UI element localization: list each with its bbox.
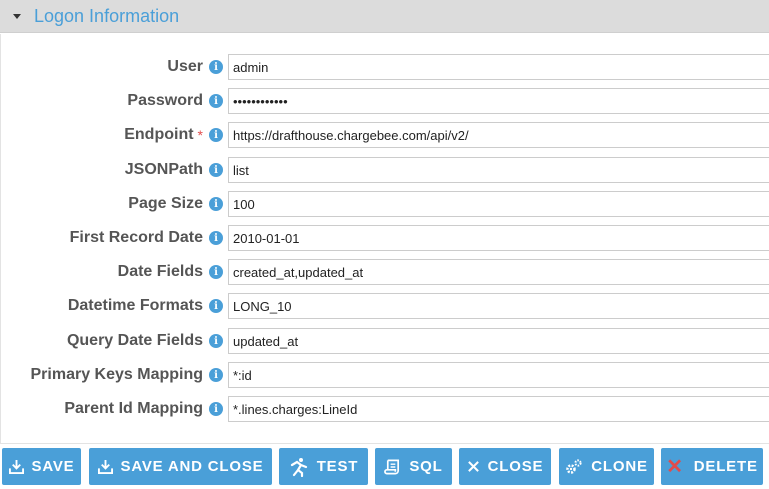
gears-icon bbox=[566, 458, 582, 474]
row-user: User i bbox=[1, 54, 769, 80]
delete-icon: ✕ bbox=[666, 455, 684, 478]
required-marker: * bbox=[197, 127, 203, 143]
download-icon bbox=[97, 459, 113, 474]
scroll-icon bbox=[384, 459, 400, 474]
first-record-date-input[interactable] bbox=[228, 225, 769, 251]
info-icon[interactable]: i bbox=[209, 231, 223, 245]
endpoint-label: Endpoint bbox=[124, 126, 194, 143]
query-date-fields-label: Query Date Fields bbox=[66, 332, 203, 349]
sql-label: SQL bbox=[409, 458, 443, 475]
download-icon bbox=[8, 459, 24, 474]
test-button[interactable]: TEST bbox=[279, 448, 368, 485]
logon-form: Useri Passwordi Endpoint*i JSONPathi Pag… bbox=[0, 34, 769, 444]
sql-button[interactable]: SQL bbox=[375, 448, 452, 485]
user-label: User bbox=[167, 58, 203, 75]
info-icon[interactable]: i bbox=[209, 94, 223, 108]
row-date-fields: Date Fields i bbox=[1, 259, 769, 285]
save-label: SAVE bbox=[31, 458, 75, 475]
row-parent-id-mapping: Parent Id Mapping i bbox=[1, 396, 769, 422]
row-page-size: Page Size i bbox=[1, 191, 769, 217]
endpoint-input[interactable] bbox=[228, 122, 769, 148]
clone-label: CLONE bbox=[591, 458, 648, 475]
datetime-formats-input[interactable] bbox=[228, 293, 769, 319]
collapse-caret-icon[interactable] bbox=[0, 0, 34, 33]
jsonpath-label: JSONPath bbox=[124, 161, 203, 178]
datetime-formats-label: Datetime Formats bbox=[67, 297, 203, 314]
save-button[interactable]: SAVE bbox=[2, 448, 81, 485]
info-icon[interactable]: i bbox=[209, 128, 223, 142]
password-label: Password bbox=[127, 92, 203, 109]
first-record-date-label: First Record Date bbox=[69, 229, 203, 246]
running-person-icon bbox=[290, 457, 307, 477]
section-title: Logon Information bbox=[34, 5, 180, 26]
info-icon[interactable]: i bbox=[209, 163, 223, 177]
primary-keys-mapping-label: Primary Keys Mapping bbox=[30, 366, 204, 383]
save-and-close-label: SAVE AND CLOSE bbox=[120, 458, 264, 475]
password-input[interactable] bbox=[228, 88, 769, 114]
info-icon[interactable]: i bbox=[209, 197, 223, 211]
info-icon[interactable]: i bbox=[209, 334, 223, 348]
primary-keys-mapping-input[interactable] bbox=[228, 362, 769, 388]
close-label: CLOSE bbox=[487, 458, 544, 475]
row-jsonpath: JSONPath i bbox=[1, 157, 769, 183]
save-and-close-button[interactable]: SAVE AND CLOSE bbox=[89, 448, 272, 485]
action-toolbar: SAVE SAVE AND CLOSE TEST SQL CLOSE CLONE… bbox=[0, 448, 769, 485]
page-size-input[interactable] bbox=[228, 191, 769, 217]
parent-id-mapping-input[interactable] bbox=[228, 396, 769, 422]
page-size-label: Page Size bbox=[128, 195, 203, 212]
test-label: TEST bbox=[316, 458, 359, 475]
jsonpath-input[interactable] bbox=[228, 157, 769, 183]
delete-button[interactable]: ✕ DELETE bbox=[661, 448, 763, 485]
parent-id-mapping-label: Parent Id Mapping bbox=[64, 400, 203, 417]
row-query-date-fields: Query Date Fields i bbox=[1, 328, 769, 354]
date-fields-input[interactable] bbox=[228, 259, 769, 285]
row-primary-keys-mapping: Primary Keys Mapping i bbox=[1, 362, 769, 388]
info-icon[interactable]: i bbox=[209, 402, 223, 416]
row-endpoint: Endpoint * i bbox=[1, 122, 769, 148]
section-header[interactable]: Logon Information bbox=[0, 0, 769, 33]
info-icon[interactable]: i bbox=[209, 265, 223, 279]
user-input[interactable] bbox=[228, 54, 769, 80]
clone-button[interactable]: CLONE bbox=[559, 448, 654, 485]
close-icon bbox=[467, 461, 479, 472]
info-icon[interactable]: i bbox=[209, 299, 223, 313]
date-fields-label: Date Fields bbox=[117, 263, 203, 280]
row-first-record-date: First Record Date i bbox=[1, 225, 769, 251]
query-date-fields-input[interactable] bbox=[228, 328, 769, 354]
row-datetime-formats: Datetime Formats i bbox=[1, 293, 769, 319]
delete-label: DELETE bbox=[693, 458, 758, 475]
info-icon[interactable]: i bbox=[209, 368, 223, 382]
row-password: Password i bbox=[1, 88, 769, 114]
info-icon[interactable]: i bbox=[209, 60, 223, 74]
close-button[interactable]: CLOSE bbox=[459, 448, 551, 485]
